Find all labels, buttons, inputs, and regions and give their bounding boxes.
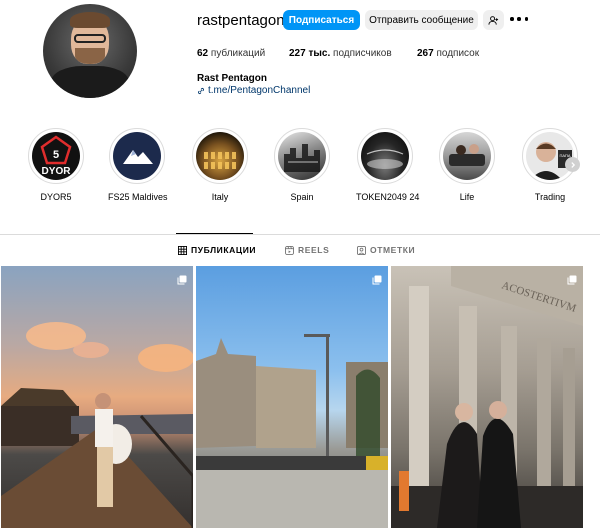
post-thumbnail[interactable]: ACOSTERTIVM — [391, 266, 583, 528]
highlight-label: Trading — [534, 192, 566, 202]
tab-reels[interactable]: REELS — [285, 245, 329, 255]
add-user-icon — [488, 15, 499, 25]
svg-text:5: 5 — [53, 149, 59, 161]
highlight-label: Italy — [211, 192, 229, 202]
message-button[interactable]: Отправить сообщение — [365, 10, 478, 30]
tab-label: ПУБЛИКАЦИИ — [191, 245, 257, 255]
avatar-beard — [75, 48, 105, 64]
following-label: подписок — [436, 48, 480, 59]
posts-label: публикаций — [210, 48, 266, 59]
following-count: 267 — [417, 48, 434, 59]
highlight-token2049[interactable]: TOKEN2049 24 — [356, 128, 420, 202]
event-photo-icon — [361, 132, 409, 180]
multi-image-icon — [177, 272, 187, 285]
post-thumbnail[interactable] — [1, 266, 193, 528]
grid-icon — [178, 245, 187, 255]
mountain-logo-icon — [113, 132, 161, 180]
highlight-italy[interactable]: Italy — [191, 128, 249, 202]
link-icon — [197, 87, 205, 94]
profile-link-text: t.me/PentagonChannel — [208, 85, 311, 96]
people-photo-icon — [443, 132, 491, 180]
tab-label: REELS — [298, 245, 330, 255]
more-options-icon[interactable] — [510, 12, 528, 26]
reels-icon — [285, 245, 294, 255]
highlight-label: DYOR5 — [40, 192, 72, 202]
profile-username: rastpentagon — [197, 12, 285, 29]
highlight-life[interactable]: Life — [438, 128, 496, 202]
followers-count: 227 тыс. — [289, 48, 331, 59]
city-street-photo — [196, 334, 388, 528]
follow-button[interactable]: Подписаться — [283, 10, 360, 30]
profile-full-name: Rast Pentagon — [197, 73, 268, 84]
highlight-fs25-maldives[interactable]: FS25 Maldives — [108, 128, 168, 202]
followers-stat[interactable]: 227 тыс. подписчиков — [289, 48, 392, 59]
dyor-logo-icon: 5 DYOR — [32, 132, 80, 180]
highlight-label: Life — [459, 192, 475, 202]
multi-image-icon — [567, 272, 577, 285]
profile-link[interactable]: t.me/PentagonChannel — [197, 85, 310, 96]
tab-label: ОТМЕТКИ — [370, 245, 416, 255]
highlight-label: Spain — [290, 192, 314, 202]
profile-avatar[interactable] — [43, 4, 137, 98]
avatar-shirt — [51, 66, 129, 98]
colosseum-photo-icon — [196, 132, 244, 180]
highlight-spain[interactable]: Spain — [273, 128, 331, 202]
posts-count: 62 — [197, 48, 209, 59]
maldives-photo — [1, 322, 193, 528]
svg-text:DYOR: DYOR — [42, 166, 72, 177]
active-tab-indicator — [176, 233, 253, 234]
multi-image-icon — [372, 272, 382, 285]
avatar-hair — [70, 12, 110, 28]
tab-posts[interactable]: ПУБЛИКАЦИИ — [178, 245, 256, 255]
followers-label: подписчиков — [333, 48, 392, 59]
highlight-label: TOKEN2049 24 — [356, 192, 420, 202]
pantheon-photo: ACOSTERTIVM — [391, 266, 583, 528]
following-stat[interactable]: 267 подписок — [417, 48, 479, 59]
portrait-photo-icon: ПАПА — [526, 132, 574, 180]
highlight-label: FS25 Maldives — [108, 192, 168, 202]
tag-icon — [357, 245, 366, 255]
highlight-dyor5[interactable]: 5 DYOR DYOR5 — [27, 128, 85, 202]
suggest-user-button[interactable] — [483, 10, 504, 30]
chevron-right-icon — [570, 161, 575, 168]
city-photo-icon — [278, 132, 326, 180]
posts-stat: 62 публикаций — [197, 48, 265, 59]
tab-tagged[interactable]: ОТМЕТКИ — [357, 245, 415, 255]
tabs-divider — [0, 234, 600, 235]
avatar-glasses — [74, 34, 106, 43]
post-thumbnail[interactable] — [196, 266, 388, 528]
highlights-next-button[interactable] — [565, 157, 580, 172]
